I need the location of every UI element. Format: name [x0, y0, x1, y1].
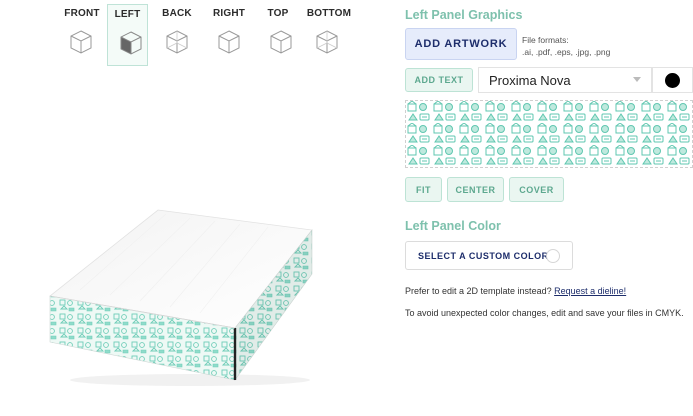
cube-front-icon	[70, 30, 92, 54]
view-selector: FRONT LEFT BACK RIGHT TOP BOTTOM	[58, 4, 355, 66]
font-select[interactable]: Proxima Nova	[478, 67, 652, 93]
view-tab-label: FRONT	[64, 8, 100, 19]
font-select-value: Proxima Nova	[489, 72, 571, 88]
cube-left-icon	[120, 31, 142, 55]
file-formats-label: File formats:	[522, 35, 569, 45]
color-swatch-icon	[546, 249, 560, 263]
cube-back-icon	[166, 30, 188, 54]
view-tab-label: TOP	[267, 8, 289, 19]
view-tab-bottom[interactable]: BOTTOM	[304, 4, 354, 66]
artwork-preview	[405, 100, 693, 168]
view-tab-back[interactable]: BACK	[154, 4, 200, 66]
panel-color-title: Left Panel Color	[405, 219, 501, 233]
fit-button[interactable]: FIT	[405, 177, 442, 202]
request-dieline-link[interactable]: Request a dieline!	[554, 286, 626, 296]
dieline-note-text: Prefer to edit a 2D template instead?	[405, 286, 552, 296]
select-custom-color-label: SELECT A CUSTOM COLOR	[418, 250, 549, 261]
cover-button[interactable]: COVER	[509, 177, 564, 202]
view-tab-label: RIGHT	[212, 8, 246, 19]
select-custom-color-button[interactable]: SELECT A CUSTOM COLOR	[405, 241, 573, 270]
add-text-button[interactable]: ADD TEXT	[405, 68, 473, 92]
view-tab-front[interactable]: FRONT	[58, 4, 106, 66]
view-tab-label: LEFT	[114, 9, 141, 20]
add-artwork-button[interactable]: ADD ARTWORK	[405, 28, 517, 60]
cube-right-icon	[218, 30, 240, 54]
panel-graphics-title: Left Panel Graphics	[405, 8, 523, 22]
view-tab-left[interactable]: LEFT	[107, 4, 148, 66]
cube-top-icon	[270, 30, 292, 54]
artwork-pattern	[406, 101, 692, 167]
file-formats-list: .ai, .pdf, .eps, .jpg, .png	[522, 47, 611, 57]
file-formats-note: File formats: .ai, .pdf, .eps, .jpg, .pn…	[522, 34, 610, 58]
text-color-picker[interactable]	[652, 67, 693, 93]
box-3d-preview[interactable]	[40, 200, 330, 390]
view-tab-label: BOTTOM	[306, 8, 352, 19]
view-tab-top[interactable]: TOP	[258, 4, 298, 66]
chevron-down-icon	[633, 77, 641, 82]
text-color-swatch	[665, 73, 680, 88]
view-tab-label: BACK	[162, 8, 192, 19]
view-tab-right[interactable]: RIGHT	[206, 4, 252, 66]
cmyk-note: To avoid unexpected color changes, edit …	[405, 308, 684, 318]
cube-bottom-icon	[316, 30, 338, 54]
center-button[interactable]: CENTER	[447, 177, 504, 202]
dieline-note: Prefer to edit a 2D template instead? Re…	[405, 286, 626, 296]
